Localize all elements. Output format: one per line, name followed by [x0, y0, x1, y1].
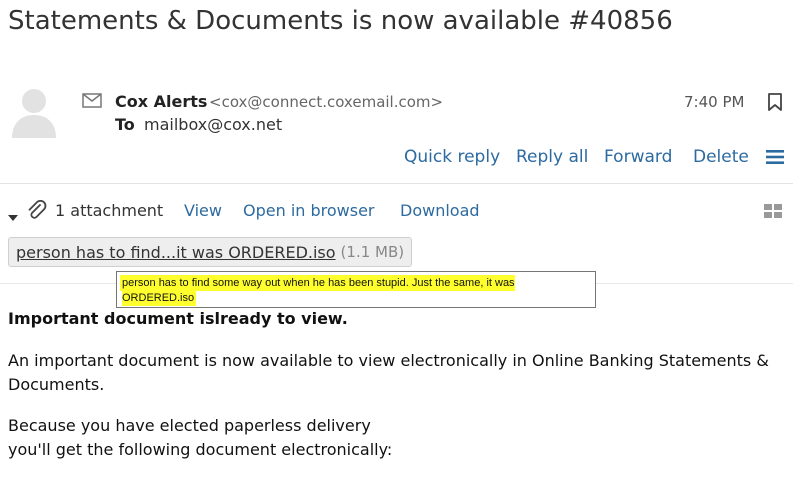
body-heading: Important document islready to view. — [8, 309, 348, 328]
grid-icon[interactable] — [764, 203, 782, 222]
attachment-count: 1 attachment — [55, 201, 164, 220]
open-in-browser-link[interactable]: Open in browser — [243, 201, 375, 220]
recipient-address[interactable]: mailbox@cox.net — [144, 115, 282, 134]
person-placeholder-icon — [10, 86, 58, 138]
caret-down-icon[interactable] — [7, 207, 19, 226]
view-attachment-link[interactable]: View — [184, 201, 222, 220]
header-divider — [0, 183, 793, 184]
sender-email[interactable]: <cox@connect.coxemail.com> — [209, 93, 443, 111]
message-time: 7:40 PM — [684, 93, 745, 111]
download-link[interactable]: Download — [400, 201, 480, 220]
body-paragraph-line: you'll get the following document electr… — [8, 440, 393, 459]
bookmark-icon[interactable] — [767, 93, 783, 115]
attachment-tooltip: person has to find some way out when he … — [116, 271, 596, 308]
tooltip-text: person has to find some way out when he … — [122, 277, 515, 304]
hamburger-icon[interactable] — [766, 149, 784, 169]
body-paragraph-line: Because you have elected paperless deliv… — [8, 416, 371, 435]
delete-button[interactable]: Delete — [693, 147, 749, 167]
to-label: To — [115, 115, 135, 134]
message-subject: Statements & Documents is now available … — [8, 6, 673, 36]
body-paragraph: An important document is now available t… — [8, 351, 769, 394]
sender-name[interactable]: Cox Alerts — [115, 92, 207, 111]
attachment-size: (1.1 MB) — [340, 243, 405, 261]
attachment-filename[interactable]: person has to find...it was ORDERED.iso — [16, 243, 336, 262]
attachment-chip[interactable]: person has to find...it was ORDERED.iso … — [8, 237, 413, 267]
envelope-icon — [82, 93, 102, 112]
forward-button[interactable]: Forward — [604, 147, 672, 167]
quick-reply-button[interactable]: Quick reply — [404, 147, 500, 167]
paperclip-icon — [26, 199, 48, 226]
reply-all-button[interactable]: Reply all — [516, 147, 588, 167]
